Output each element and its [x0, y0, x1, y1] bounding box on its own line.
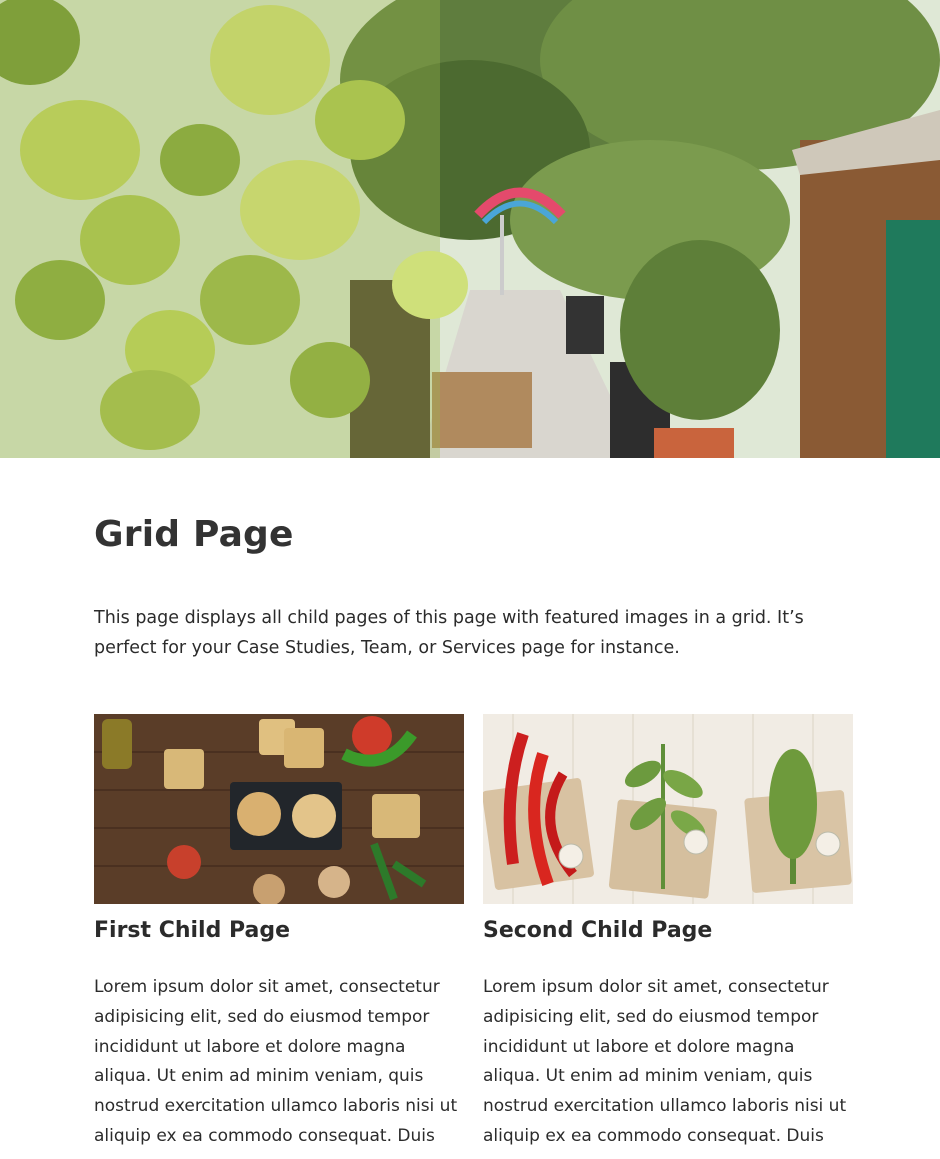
- child-page-card: Second Child Page Lorem ipsum dolor sit …: [483, 714, 853, 1146]
- page-title: Grid Page: [94, 514, 294, 555]
- child-page-card: First Child Page Lorem ipsum dolor sit a…: [94, 714, 464, 1146]
- child-page-title[interactable]: Second Child Page: [483, 918, 712, 943]
- child-page-excerpt: Lorem ipsum dolor sit amet, consectetur …: [483, 977, 847, 1146]
- toast-table-image: [94, 714, 464, 904]
- hero-garden-illustration: [0, 0, 940, 458]
- hero-image: [0, 0, 940, 458]
- child-page-image-link[interactable]: [94, 714, 464, 904]
- child-page-title[interactable]: First Child Page: [94, 918, 290, 943]
- page-intro: This page displays all child pages of th…: [94, 608, 804, 658]
- peppers-herbs-image: [483, 714, 853, 904]
- child-page-excerpt: Lorem ipsum dolor sit amet, consectetur …: [94, 977, 458, 1146]
- child-page-image-link[interactable]: [483, 714, 853, 904]
